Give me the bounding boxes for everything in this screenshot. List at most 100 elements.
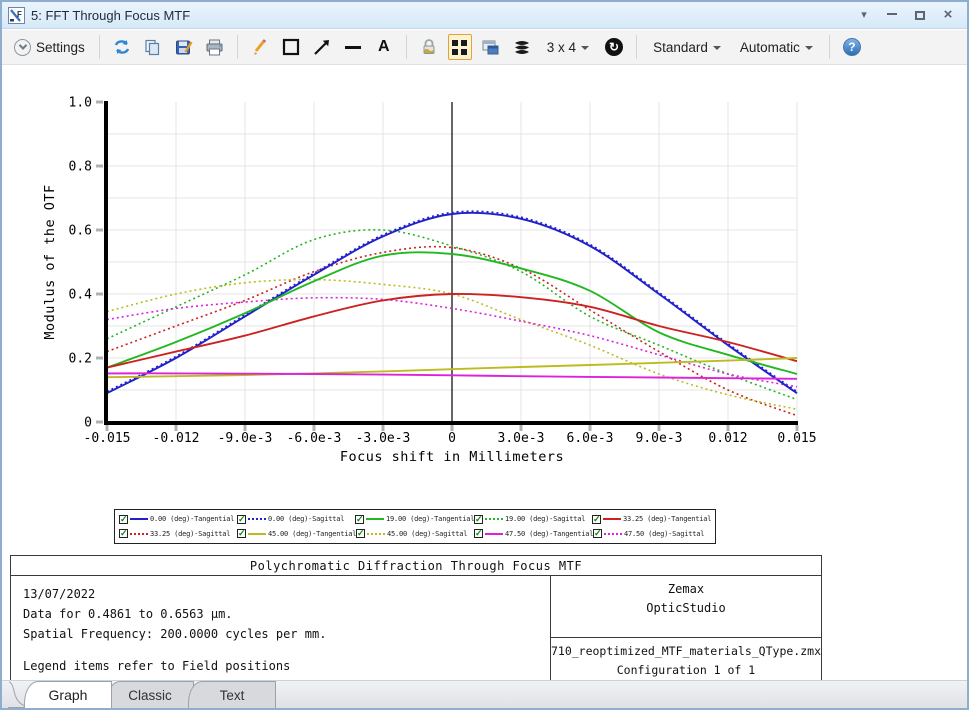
legend-item: ✓19.00 (deg)-Sagittal [474,515,592,524]
tab-graph[interactable]: Graph [24,681,112,708]
legend-label: 47.50 (deg)-Sagittal [624,530,704,538]
legend-line-sample [485,533,503,535]
lock-icon [421,38,437,56]
standard-dropdown[interactable]: Standard [647,34,727,60]
settings-button[interactable]: Settings [10,34,89,60]
legend-line-sample [248,518,266,520]
minimize-button[interactable] [885,8,899,22]
grid-layout-label: 3 x 4 [547,40,576,55]
legend-item: ✓ 19.00 (deg)-Tangential [355,515,474,524]
line-icon [345,46,361,49]
legend-label: 45.00 (deg)-Tangential [268,530,356,538]
arrow-tool-button[interactable] [310,34,334,60]
close-button[interactable]: × [941,8,955,22]
brand-line2: OpticStudio [551,599,821,618]
tab-classic[interactable]: Classic [106,681,194,708]
curve-45-00-deg-tangential [107,358,797,377]
curve-33-25-deg-tangential [107,294,797,368]
curve-45-00-deg-sagittal [107,280,797,410]
curve-0-00-deg-sagittal [107,211,797,391]
cascade-windows-icon [481,39,500,56]
mtf-plot-icon: F [8,7,25,24]
legend-label: 19.00 (deg)-Tangential [386,515,474,523]
standard-label: Standard [653,40,708,55]
brand-line1: Zemax [551,580,821,599]
brand-cell: Zemax OpticStudio [551,576,821,638]
curve-19-00-deg-tangential [107,252,797,374]
pencil-icon [252,39,268,56]
curve-47-50-deg-tangential [107,373,797,378]
legend-checkbox[interactable]: ✓ [119,529,128,538]
curve-33-25-deg-sagittal [107,247,797,416]
legend-line-sample [130,533,148,535]
help-button[interactable]: ? [840,34,864,60]
legend-checkbox[interactable]: ✓ [356,529,365,538]
line-tool-button[interactable] [341,34,365,60]
legend-checkbox[interactable]: ✓ [474,515,483,524]
legend-checkbox[interactable]: ✓ [593,529,602,538]
legend-label: 0.00 (deg)-Sagittal [268,515,344,523]
copy-button[interactable] [141,34,165,60]
svg-text:0.2: 0.2 [69,352,92,367]
text-tool-button[interactable]: A [372,34,396,60]
file-name-text: 710_reoptimized_MTF_materials_QType.zmx [551,642,821,661]
automatic-label: Automatic [740,40,800,55]
print-icon [205,39,224,56]
lock-button[interactable] [417,34,441,60]
legend-checkbox[interactable]: ✓ [474,529,483,538]
svg-text:0.6: 0.6 [69,224,92,239]
legend-label: 47.50 (deg)-Tangential [505,530,593,538]
refresh-icon [113,39,131,55]
legend-label: 0.00 (deg)-Tangential [150,515,234,523]
split-window-button[interactable] [448,34,472,60]
legend-item: ✓33.25 (deg)-Sagittal [119,529,237,538]
legend-checkbox[interactable]: ✓ [355,515,364,524]
refresh-button[interactable] [110,34,134,60]
chart-title: Polychromatic Diffraction Through Focus … [11,556,821,576]
layers-button[interactable] [510,34,534,60]
window-dropdown-icon[interactable]: ▾ [857,8,871,22]
layers-icon [512,39,532,56]
chevron-down-icon [14,39,31,56]
legend-line-sample [366,518,384,520]
svg-text:F: F [17,10,22,19]
curve-0-00-deg-tangential [107,213,797,393]
annotate-pencil-button[interactable] [248,34,272,60]
legend-label: 33.25 (deg)-Tangential [623,515,711,523]
legend-checkbox[interactable]: ✓ [119,515,128,524]
save-button[interactable] [172,34,196,60]
chart-legend: ✓0.00 (deg)-Tangential✓0.00 (deg)-Sagitt… [114,509,716,544]
legend-item: ✓ 0.00 (deg)-Tangential [119,515,237,524]
copy-icon [144,39,161,56]
file-cell: 710_reoptimized_MTF_materials_QType.zmx … [551,638,821,680]
legend-line-sample [130,518,148,520]
auto-apply-button[interactable]: ↻ [602,34,626,60]
svg-text:-3.0e-3: -3.0e-3 [356,431,411,446]
legend-item: ✓ 47.50 (deg)-Sagittal [593,529,711,538]
legend-checkbox[interactable]: ✓ [592,515,601,524]
legend-checkbox[interactable]: ✓ [237,515,246,524]
print-button[interactable] [203,34,227,60]
legend-line-sample [367,533,385,535]
cascade-windows-button[interactable] [479,34,503,60]
tab-text[interactable]: Text [188,681,276,708]
window-title: 5: FFT Through Focus MTF [31,8,190,23]
title-bar[interactable]: F 5: FFT Through Focus MTF ▾ × [2,2,967,29]
svg-text:Modulus of the OTF: Modulus of the OTF [42,184,58,339]
caret-down-icon [713,46,721,50]
settings-label: Settings [36,40,85,55]
maximize-button[interactable] [913,8,927,22]
date-text: 13/07/2022 [23,584,550,604]
curve-47-50-deg-sagittal [107,298,797,387]
automatic-dropdown[interactable]: Automatic [734,34,819,60]
svg-text:1.0: 1.0 [69,96,92,111]
svg-text:-0.015: -0.015 [84,431,131,446]
svg-text:0.012: 0.012 [708,431,747,446]
legend-checkbox[interactable]: ✓ [237,529,246,538]
legend-item: ✓45.00 (deg)-Sagittal [356,529,474,538]
save-icon [175,39,193,56]
grid-layout-dropdown[interactable]: 3 x 4 [541,34,595,60]
rectangle-tool-button[interactable] [279,34,303,60]
svg-text:3.0e-3: 3.0e-3 [498,431,545,446]
wavelength-text: Data for 0.4861 to 0.6563 µm. [23,604,550,624]
